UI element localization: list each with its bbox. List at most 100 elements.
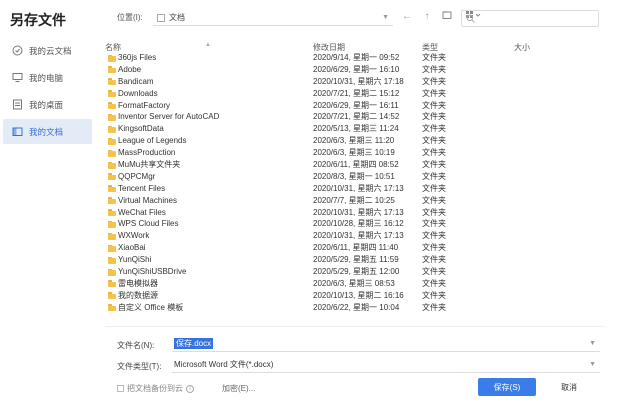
folder-icon [108,137,116,145]
folder-icon [108,161,116,169]
search-icon [466,10,475,28]
file-date: 2020/6/3, 星期三 10:19 [313,148,395,158]
file-name: Downloads [118,88,158,98]
file-row[interactable]: YunQiShiUSBDrive 2020/5/29, 星期五 12:00 文件夹 [105,266,605,278]
back-arrow-icon[interactable]: ← [400,11,414,22]
sidebar-item-cloud-docs[interactable]: 我的云文档 [3,38,92,63]
file-type: 文件夹 [422,231,446,241]
file-row[interactable]: WPS Cloud Files 2020/10/28, 星期三 16:12 文件夹 [105,218,605,230]
folder-icon [108,232,116,240]
file-type: 文件夹 [422,136,446,146]
filetype-select[interactable]: Microsoft Word 文件(*.docx) ▼ [172,357,600,373]
file-name: KingsoftData [118,124,164,134]
file-date: 2020/10/31, 星期六 17:13 [313,231,404,241]
file-row[interactable]: FormatFactory 2020/6/29, 星期一 16:11 文件夹 [105,100,605,112]
file-type: 文件夹 [422,219,446,229]
chevron-down-icon: ▼ [589,361,596,368]
location-value: 文档 [169,13,185,22]
file-row[interactable]: MassProduction 2020/6/3, 星期三 10:19 文件夹 [105,147,605,159]
filetype-value: Microsoft Word 文件(*.docx) [174,360,274,369]
chevron-down-icon: ▼ [382,14,389,21]
file-row[interactable]: Bandicam 2020/10/31, 星期六 17:18 文件夹 [105,76,605,88]
file-name: Bandicam [118,76,154,86]
folder-icon [108,149,116,157]
dialog-title: 另存文件 [10,12,66,28]
up-arrow-icon[interactable]: ↑ [420,11,434,22]
file-type: 文件夹 [422,112,446,122]
file-row[interactable]: 我的数据源 2020/10/13, 星期二 16:16 文件夹 [105,290,605,302]
file-row[interactable]: 360js Files 2020/9/14, 星期一 09:52 文件夹 [105,52,605,64]
backup-label: 把文档备份到云 [127,384,183,393]
file-name: Virtual Machines [118,195,177,205]
file-row[interactable]: WeChat Files 2020/10/31, 星期六 17:13 文件夹 [105,207,605,219]
folder-icon [108,220,116,228]
folder-small-icon [157,13,165,22]
chevron-down-icon[interactable]: ▼ [589,340,596,347]
sidebar-item-desktop[interactable]: 我的桌面 [3,92,92,117]
file-row[interactable]: 自定义 Office 模板 2020/6/22, 星期一 10:04 文件夹 [105,302,605,314]
folder-icon [108,54,116,62]
file-row[interactable]: Adobe 2020/6/29, 星期一 16:10 文件夹 [105,64,605,76]
file-row[interactable]: Tencent Files 2020/10/31, 星期六 17:13 文件夹 [105,183,605,195]
file-row[interactable]: Virtual Machines 2020/7/7, 星期二 10:25 文件夹 [105,195,605,207]
folder-icon [108,113,116,121]
file-type: 文件夹 [422,255,446,265]
file-type: 文件夹 [422,76,446,86]
file-row[interactable]: XiaoBai 2020/6/11, 星期四 11:40 文件夹 [105,242,605,254]
sort-up-icon: ▲ [205,42,211,48]
folder-icon [108,102,116,110]
folder-icon [108,280,116,288]
file-date: 2020/6/29, 星期一 16:11 [313,100,399,110]
file-row[interactable]: Downloads 2020/7/21, 星期二 15:12 文件夹 [105,88,605,100]
file-name: 我的数据源 [118,290,158,300]
file-list: 360js Files 2020/9/14, 星期一 09:52 文件夹 Adobe 2… [105,52,605,314]
toolbar: 位置(I): 文档 ▼ ← ↑ [117,8,607,28]
filename-input[interactable]: 保存.docx ▼ [172,336,600,352]
desktop-icon [11,99,23,111]
file-row[interactable]: QQPCMgr 2020/8/3, 星期一 10:51 文件夹 [105,171,605,183]
file-name: WXWork [118,231,150,241]
file-row[interactable]: League of Legends 2020/6/3, 星期三 11:20 文件夹 [105,135,605,147]
file-name: WPS Cloud Files [118,219,179,229]
file-type: 文件夹 [422,267,446,277]
file-type: 文件夹 [422,160,446,170]
file-date: 2020/6/3, 星期三 08:53 [313,278,395,288]
backup-to-cloud[interactable]: 把文档备份到云 i [117,383,194,394]
file-name: QQPCMgr [118,171,156,181]
folder-icon [108,209,116,217]
sidebar-item-computer[interactable]: 我的电脑 [3,65,92,90]
sidebar-item-label: 我的文档 [29,126,64,137]
file-type: 文件夹 [422,195,446,205]
file-row[interactable]: YunQiShi 2020/5/29, 星期五 11:59 文件夹 [105,254,605,266]
sidebar-item-label: 我的电脑 [29,72,64,83]
folder-icon [108,90,116,98]
file-row[interactable]: MuMu共享文件夹 2020/6/11, 星期四 08:52 文件夹 [105,159,605,171]
location-label: 位置(I): [117,13,143,22]
cancel-button[interactable]: 取消 [540,378,598,396]
file-name: XiaoBai [118,243,146,253]
file-date: 2020/5/29, 星期五 11:59 [313,255,399,265]
file-type: 文件夹 [422,124,446,134]
encrypt-link[interactable]: 加密(E)... [222,383,255,394]
location-dropdown[interactable]: 文档 ▼ [153,10,393,26]
sidebar-item-documents[interactable]: 我的文档 [3,119,92,144]
file-name: FormatFactory [118,100,171,110]
file-name: 360js Files [118,53,157,62]
info-icon[interactable]: i [186,384,194,393]
backup-checkbox[interactable] [117,385,124,392]
folder-icon [108,173,116,181]
file-row[interactable]: WXWork 2020/10/31, 星期六 17:13 文件夹 [105,230,605,242]
file-name: YunQiShiUSBDrive [118,267,187,277]
filetype-label: 文件类型(T): [117,362,162,371]
file-row[interactable]: KingsoftData 2020/5/13, 星期三 11:24 文件夹 [105,123,605,135]
folder-icon [108,292,116,300]
folder-icon [108,268,116,276]
file-row[interactable]: Inventor Server for AutoCAD 2020/7/21, 星期… [105,111,605,123]
new-folder-icon[interactable] [440,10,454,23]
search-input[interactable] [461,10,599,27]
folder-icon [108,78,116,86]
file-row[interactable]: 雷电模拟器 2020/6/3, 星期三 08:53 文件夹 [105,278,605,290]
divider [105,326,605,327]
file-date: 2020/9/14, 星期一 09:52 [313,53,400,62]
save-button[interactable]: 保存(S) [478,378,536,396]
